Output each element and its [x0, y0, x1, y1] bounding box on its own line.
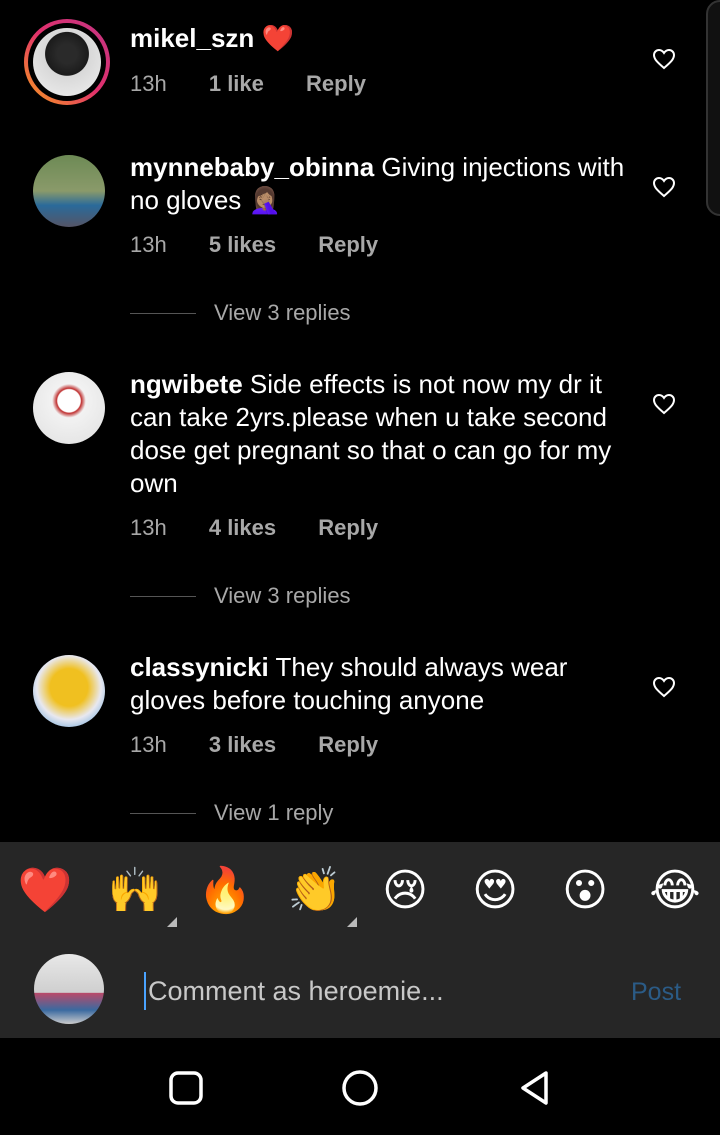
surprised-face-emoji-button[interactable]: 😮	[557, 863, 613, 919]
timestamp: 13h	[130, 71, 167, 96]
comment-meta: 13h 1 like Reply	[130, 71, 402, 97]
reply-button[interactable]: Reply	[318, 232, 378, 257]
username[interactable]: ngwibete	[130, 369, 243, 399]
like-heart-icon[interactable]	[652, 48, 676, 70]
view-replies-button[interactable]: View 1 reply	[130, 800, 333, 826]
raising-hands-emoji-button[interactable]: 🙌	[107, 863, 177, 927]
like-count[interactable]: 3 likes	[209, 732, 276, 757]
avatar[interactable]	[33, 372, 105, 444]
comment-input[interactable]	[144, 972, 610, 1010]
view-replies-label: View 3 replies	[214, 583, 351, 608]
raising-hands-emoji: 🙌	[107, 866, 163, 915]
username[interactable]: mynnebaby_obinna	[130, 152, 374, 182]
username[interactable]: mikel_szn	[130, 23, 254, 53]
avatar	[33, 28, 101, 96]
comment-text: classynicki They should always wear glov…	[130, 651, 625, 717]
heart-eyes-emoji-button[interactable]: 😍	[467, 863, 523, 919]
heart-emoji: ❤️	[261, 23, 294, 53]
comment-meta: 13h 4 likes Reply	[130, 515, 414, 541]
view-replies-button[interactable]: View 3 replies	[130, 300, 351, 326]
like-heart-icon[interactable]	[652, 176, 676, 198]
comment-text: mikel_szn ❤️	[130, 22, 625, 55]
post-button[interactable]: Post	[631, 978, 681, 1007]
clapping-hands-emoji-button[interactable]: 👏	[287, 863, 357, 927]
avatar-story-ring[interactable]	[24, 19, 110, 105]
avatar[interactable]	[33, 655, 105, 727]
like-heart-icon[interactable]	[652, 676, 676, 698]
username[interactable]: classynicki	[130, 652, 269, 682]
emoji-reaction-bar: ❤️ 🙌 🔥 👏 😢 😍 😮 😂	[0, 842, 720, 940]
timestamp: 13h	[130, 232, 167, 257]
crying-face-emoji-button[interactable]: 😢	[377, 863, 433, 919]
timestamp: 13h	[130, 515, 167, 540]
like-count[interactable]: 5 likes	[209, 232, 276, 257]
recents-icon[interactable]	[166, 1068, 206, 1108]
reply-button[interactable]: Reply	[306, 71, 366, 96]
comment-text: mynnebaby_obinna Giving injections with …	[130, 151, 625, 217]
like-count[interactable]: 4 likes	[209, 515, 276, 540]
back-icon[interactable]	[515, 1068, 555, 1108]
like-heart-icon[interactable]	[652, 393, 676, 415]
home-icon[interactable]	[340, 1068, 380, 1108]
clapping-hands-emoji: 👏	[287, 866, 343, 915]
timestamp: 13h	[130, 732, 167, 757]
view-replies-label: View 1 reply	[214, 800, 334, 825]
scroll-thumb[interactable]	[706, 0, 720, 216]
view-replies-label: View 3 replies	[214, 300, 351, 325]
comment-text: ngwibete Side effects is not now my dr i…	[130, 368, 625, 500]
view-replies-button[interactable]: View 3 replies	[130, 583, 351, 609]
laughing-emoji-button[interactable]: 😂	[647, 863, 703, 919]
reply-button[interactable]: Reply	[318, 515, 378, 540]
divider	[130, 312, 196, 314]
avatar	[34, 954, 104, 1024]
system-nav-bar	[0, 1038, 720, 1135]
divider	[130, 595, 196, 597]
skin-tone-indicator	[347, 917, 357, 927]
avatar[interactable]	[33, 155, 105, 227]
like-count[interactable]: 1 like	[209, 71, 264, 96]
comment-meta: 13h 3 likes Reply	[130, 732, 414, 758]
comment-composer: Post	[0, 940, 720, 1038]
divider	[130, 812, 196, 814]
comment-meta: 13h 5 likes Reply	[130, 232, 414, 258]
reply-button[interactable]: Reply	[318, 732, 378, 757]
red-heart-emoji-button[interactable]: ❤️	[17, 863, 73, 919]
skin-tone-indicator	[167, 917, 177, 927]
fire-emoji-button[interactable]: 🔥	[197, 863, 253, 919]
